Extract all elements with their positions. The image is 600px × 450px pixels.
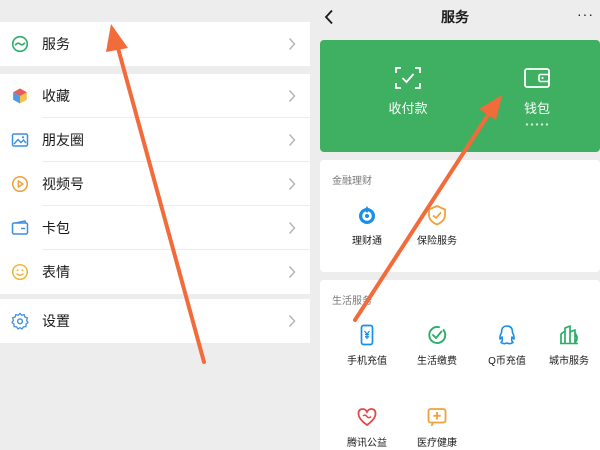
card-wallet-icon (11, 219, 29, 237)
payment-card: 收付款 钱包 (320, 40, 600, 152)
phone-recharge-label: 手机充值 (347, 356, 387, 367)
channels-icon (11, 175, 29, 193)
settings-icon (11, 312, 29, 330)
chevron-right-icon (288, 265, 296, 279)
menu-item-label: 收藏 (42, 88, 70, 104)
insurance-button[interactable]: 保险服务 (402, 204, 472, 247)
more-options-button[interactable]: ··· (577, 5, 594, 23)
dots-indicator (525, 123, 549, 126)
utility-payment-button[interactable]: 生活缴费 (402, 324, 472, 367)
menu-group-main: 收藏 朋友圈 视频号 卡包 表情 (0, 74, 310, 294)
insurance-icon (428, 205, 446, 226)
me-menu-panel: 服务 收藏 朋友圈 视频号 卡包 表情 设置 (0, 0, 310, 450)
menu-item-label: 表情 (42, 264, 70, 280)
menu-group-settings: 设置 (0, 299, 310, 343)
menu-item-label: 朋友圈 (42, 132, 84, 148)
medical-health-button[interactable]: 医疗健康 (402, 406, 472, 449)
city-services-button[interactable]: 城市服务 (534, 324, 600, 367)
menu-group-services: 服务 (0, 22, 310, 66)
utility-payment-icon (428, 326, 447, 344)
scan-pay-icon (395, 67, 421, 89)
chevron-right-icon (288, 89, 296, 103)
menu-item-channels[interactable]: 视频号 (0, 162, 310, 206)
financial-section: 金融理财 理财通 保险服务 (320, 160, 600, 272)
qcoin-icon (499, 325, 515, 345)
city-services-label: 城市服务 (549, 356, 589, 367)
nav-bar: 服务 ··· (310, 0, 600, 34)
collect-pay-button[interactable]: 收付款 (358, 66, 458, 117)
menu-item-stickers[interactable]: 表情 (0, 250, 310, 294)
city-service-icon (560, 325, 578, 345)
menu-item-label: 服务 (42, 36, 70, 52)
collect-pay-label: 收付款 (388, 101, 428, 116)
menu-item-label: 视频号 (42, 176, 84, 192)
section-title: 生活服务 (332, 296, 372, 307)
life-services-section: 生活服务 手机充值 生活缴费 Q币充值 城市服务 腾讯公益 医疗健康 (320, 280, 600, 450)
chevron-right-icon (288, 177, 296, 191)
insurance-label: 保险服务 (417, 236, 457, 247)
medical-health-label: 医疗健康 (417, 438, 457, 449)
menu-item-settings[interactable]: 设置 (0, 299, 310, 343)
qcoin-recharge-button[interactable]: Q币充值 (472, 324, 542, 367)
chevron-right-icon (288, 37, 296, 51)
menu-item-moments[interactable]: 朋友圈 (0, 118, 310, 162)
wallet-label: 钱包 (523, 101, 550, 116)
charity-icon (357, 408, 377, 427)
services-page: 服务 ··· 收付款 钱包 金融理财 理财通 保险服务 生活服务 手机充值 生活… (310, 0, 600, 450)
page-title: 服务 (441, 9, 469, 25)
chevron-right-icon (288, 221, 296, 235)
wallet-button[interactable]: 钱包 (487, 66, 587, 126)
phone-recharge-icon (360, 324, 374, 346)
section-title: 金融理财 (332, 176, 372, 187)
menu-item-label: 设置 (42, 313, 70, 329)
menu-item-card-wallet[interactable]: 卡包 (0, 206, 310, 250)
utility-payment-label: 生活缴费 (417, 356, 457, 367)
licaitong-icon (359, 206, 375, 224)
service-icon (11, 35, 29, 53)
moments-icon (11, 131, 29, 149)
phone-recharge-button[interactable]: 手机充值 (332, 324, 402, 367)
menu-item-services[interactable]: 服务 (0, 22, 310, 66)
wallet-icon (524, 68, 550, 88)
qcoin-recharge-label: Q币充值 (488, 356, 526, 367)
licaitong-label: 理财通 (352, 236, 382, 247)
menu-item-label: 卡包 (42, 220, 70, 236)
chevron-right-icon (288, 314, 296, 328)
sticker-icon (11, 263, 29, 281)
health-icon (427, 408, 447, 427)
licaitong-button[interactable]: 理财通 (332, 204, 402, 247)
menu-item-favorites[interactable]: 收藏 (0, 74, 310, 118)
tencent-charity-button[interactable]: 腾讯公益 (332, 406, 402, 449)
favorites-icon (11, 87, 29, 105)
tencent-charity-label: 腾讯公益 (347, 438, 387, 449)
chevron-right-icon (288, 133, 296, 147)
